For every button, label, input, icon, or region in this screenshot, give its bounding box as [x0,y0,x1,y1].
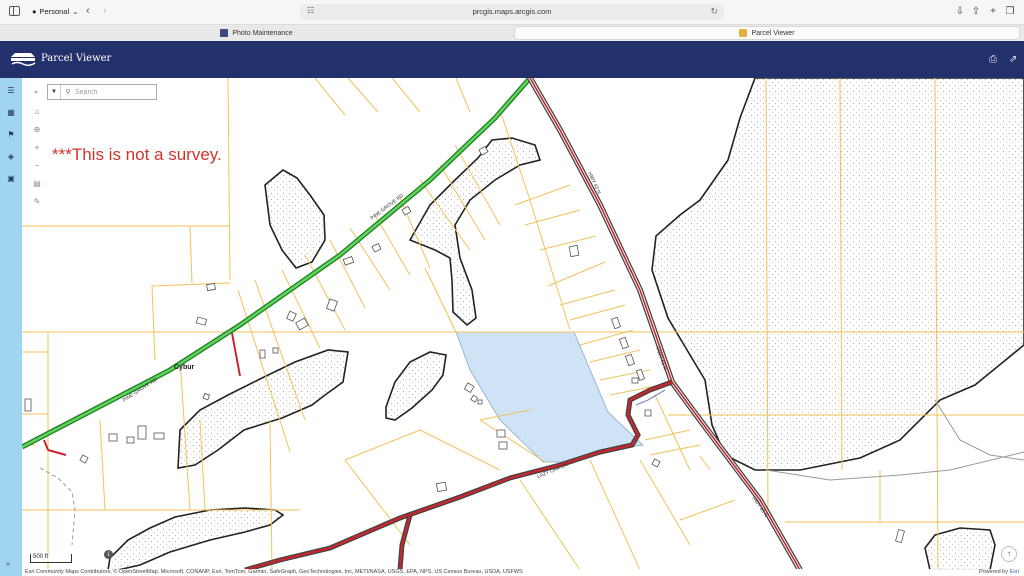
locate-icon[interactable]: ⊕ [29,120,45,138]
app-title: Parcel Viewer [41,53,112,64]
search-icon: ⚲ [65,89,71,96]
search-widget: ▼ ⚲ [47,84,157,100]
profile-label: Personal [39,7,70,16]
map-attribution: Esri Community Maps Contributors, © Open… [22,569,1024,576]
home-icon[interactable]: ⌂ [29,102,45,120]
download-icon[interactable]: ⇩ [954,6,966,17]
print-icon[interactable]: ⎙ [989,54,997,65]
collapse-panel-icon[interactable]: « [29,85,43,99]
lazy-oak-lane [244,379,673,570]
powered-by-text: Powered by [978,569,1008,575]
address-bar[interactable]: ☷ prcgis.maps.arcgis.com ↻ [300,4,724,20]
favicon-icon [220,29,229,37]
app-header: Parcel Viewer ⎙ ⇗ [0,41,1024,78]
person-icon: ● [32,7,37,16]
sidebar-toggle-icon[interactable] [9,6,20,16]
compass-icon[interactable]: ↑ [1001,546,1017,562]
search-source-dropdown[interactable]: ▼ [48,85,61,99]
layers-icon[interactable]: ◈ [5,150,17,162]
favicon-icon [739,29,748,37]
map-tools: ⌂ ⊕ + − ▤ ✎ [29,102,45,210]
layer-list-icon[interactable]: ☰ [5,84,17,96]
forward-icon[interactable]: › [103,5,107,17]
esri-link[interactable]: Esri [1010,569,1019,575]
selected-parcel[interactable] [455,331,644,463]
share-icon[interactable]: ⇧ [970,6,982,17]
legend-icon[interactable]: ▦ [5,106,17,118]
zoom-out-button[interactable]: − [29,156,45,174]
share-icon[interactable]: ⇗ [1009,54,1017,65]
new-tab-icon[interactable]: + [987,6,999,17]
reload-icon[interactable]: ↻ [710,6,718,17]
county-logo [9,49,37,69]
tab-bar: Photo Maintenance Parcel Viewer [0,24,1024,41]
sketch-icon[interactable]: ✎ [29,192,45,210]
back-icon[interactable]: ‹ [86,5,90,17]
bookmark-icon[interactable]: ⚑ [5,128,17,140]
tab-label: Parcel Viewer [751,29,795,37]
url-text: prcgis.maps.arcgis.com [472,7,552,16]
survey-disclaimer: ***This is not a survey. [52,145,222,164]
chevron-down-icon: ⌄ [72,7,79,16]
left-rail: ☰ ▦ ⚑ ◈ ▣ [0,78,22,576]
measure-icon[interactable]: ▤ [29,174,45,192]
profile-menu[interactable]: ● Personal ⌄ [32,7,78,16]
search-input[interactable] [75,88,145,96]
tab-overview-icon[interactable]: ❐ [1004,6,1016,17]
tab-parcel-viewer[interactable]: Parcel Viewer [514,26,1020,40]
place-label: Cybur [174,364,195,371]
zoom-in-button[interactable]: + [29,138,45,156]
basemap-icon[interactable]: ▣ [5,172,17,184]
info-icon[interactable]: i [104,550,113,559]
browser-toolbar: ● Personal ⌄ ‹ › ☷ prcgis.maps.arcgis.co… [0,0,1024,24]
tab-label: Photo Maintenance [232,29,293,37]
attribution-text: Esri Community Maps Contributors, © Open… [25,569,523,575]
tab-photo-maintenance[interactable]: Photo Maintenance [4,26,509,40]
scale-bar: 500 ft [30,554,72,563]
expand-rail-icon[interactable]: » [6,561,10,568]
powered-by: Powered by Esri [979,569,1019,575]
